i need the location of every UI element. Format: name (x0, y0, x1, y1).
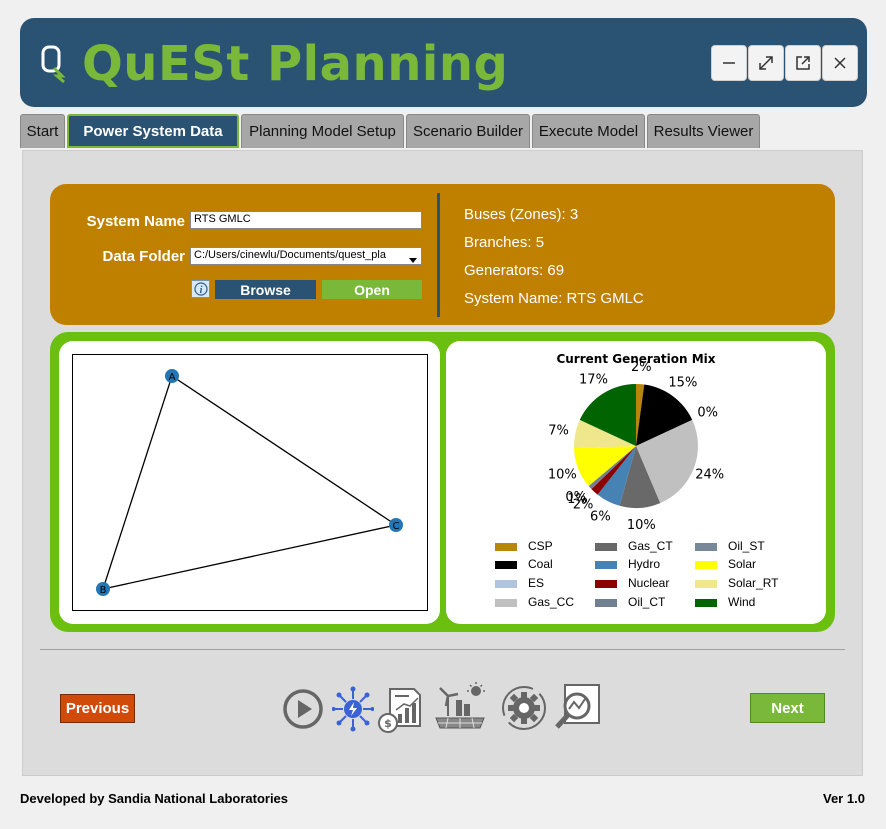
pie-label-solar: 10% (548, 467, 577, 482)
minimize-icon (723, 62, 735, 64)
legend-label-hydro: Hydro (628, 557, 661, 571)
legend-label-gas-cc: Gas_CC (528, 595, 575, 609)
browse-button[interactable]: Browse (215, 280, 316, 299)
svg-text:A: A (169, 372, 176, 383)
tab-start[interactable]: Start (20, 114, 65, 148)
pie-label-coal: 15% (668, 375, 697, 390)
expand-icon (796, 56, 810, 70)
restore-button[interactable] (748, 45, 784, 81)
legend-swatch-nuclear (595, 580, 617, 588)
gear-settings-icon[interactable] (499, 684, 549, 736)
svg-text:B: B (100, 585, 107, 596)
tab-planning-model-setup[interactable]: Planning Model Setup (241, 114, 404, 148)
legend-swatch-hydro (595, 561, 617, 569)
next-button[interactable]: Next (750, 693, 825, 723)
legend-label-oil-ct: Oil_CT (628, 595, 666, 609)
svg-text:i: i (199, 285, 202, 296)
generators-count: Generators: 69 (464, 262, 565, 279)
legend-swatch-solar-rt (695, 580, 717, 588)
data-folder-value: C:/Users/cinewlu/Documents/quest_pla (194, 249, 386, 261)
tab-scenario-builder[interactable]: Scenario Builder (406, 114, 530, 148)
pie-label-gas-cc: 24% (695, 467, 724, 482)
pie-label-csp: 2% (631, 360, 652, 375)
power-network-icon[interactable] (331, 686, 375, 736)
data-folder-select[interactable]: C:/Users/cinewlu/Documents/quest_pla (190, 247, 422, 265)
svg-text:$: $ (384, 717, 392, 730)
legend-swatch-solar (695, 561, 717, 569)
data-folder-label: Data Folder (102, 248, 185, 265)
legend-swatch-oil-ct (595, 599, 617, 607)
app-title: QuESt Planning (82, 36, 509, 92)
pie-label-wind: 17% (579, 372, 608, 387)
tab-power-system-data[interactable]: Power System Data (67, 114, 239, 148)
close-icon (834, 57, 846, 69)
legend-label-solar: Solar (728, 557, 757, 571)
legend-swatch-wind (695, 599, 717, 607)
separator (40, 649, 845, 650)
pie-label-es: 0% (697, 406, 718, 421)
pie-label-solar-rt: 7% (548, 423, 569, 438)
dropdown-arrow-icon (408, 250, 418, 269)
system-name-input[interactable]: RTS GMLC (190, 211, 422, 229)
system-name-stat: System Name: RTS GMLC (464, 290, 644, 307)
system-name-label: System Name (86, 213, 185, 230)
legend-swatch-oil-st (695, 543, 717, 551)
network-diagram: A B C (72, 354, 428, 611)
branches-count: Branches: 5 (464, 234, 545, 251)
minimize-button[interactable] (711, 45, 747, 81)
previous-button[interactable]: Previous (60, 694, 135, 723)
pie-label-oil-st: 0% (565, 490, 586, 505)
legend-label-nuclear: Nuclear (628, 576, 670, 590)
legend-swatch-es (495, 580, 517, 588)
pie-label-gas-ct: 10% (627, 518, 656, 533)
node-c[interactable]: C (389, 518, 403, 532)
tab-results-viewer[interactable]: Results Viewer (647, 114, 760, 148)
legend-label-es: ES (528, 576, 545, 590)
close-button[interactable] (822, 45, 858, 81)
open-button[interactable]: Open (322, 280, 422, 299)
legend-label-csp: CSP (528, 539, 553, 553)
footer-credit: Developed by Sandia National Laboratorie… (20, 791, 289, 806)
legend-label-oil-st: Oil_ST (728, 539, 765, 553)
legend-swatch-csp (495, 543, 517, 551)
collapse-icon (759, 56, 773, 70)
tab-execute-model[interactable]: Execute Model (532, 114, 645, 148)
legend-swatch-gas-cc (495, 599, 517, 607)
play-icon[interactable] (282, 688, 324, 734)
legend-swatch-coal (495, 561, 517, 569)
legend-swatch-gas-ct (595, 543, 617, 551)
quest-logo-icon (40, 44, 68, 88)
results-analysis-icon[interactable] (553, 683, 603, 735)
buses-count: Buses (Zones): 3 (464, 206, 579, 223)
financial-report-icon[interactable]: $ (378, 686, 422, 738)
legend-label-solar-rt: Solar_RT (728, 576, 779, 590)
legend-label-gas-ct: Gas_CT (628, 539, 673, 553)
maximize-button[interactable] (785, 45, 821, 81)
divider (437, 193, 440, 317)
version-label: Ver 1.0 (823, 791, 865, 806)
renewable-energy-icon[interactable] (434, 682, 488, 736)
svg-text:C: C (393, 521, 400, 532)
info-icon[interactable]: i (191, 280, 210, 298)
node-b[interactable]: B (96, 582, 110, 596)
legend-label-coal: Coal (528, 557, 553, 571)
node-a[interactable]: A (165, 369, 179, 383)
legend-label-wind: Wind (728, 595, 756, 609)
